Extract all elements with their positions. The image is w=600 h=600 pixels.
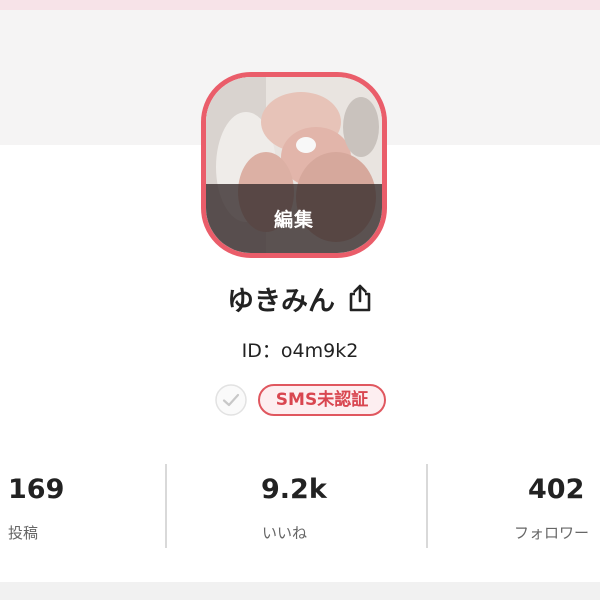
stat-likes[interactable]: 9.2k いいね bbox=[167, 458, 426, 558]
profile-avatar[interactable]: 編集 bbox=[201, 72, 387, 258]
stat-followers-label: フォロワー bbox=[514, 524, 590, 542]
stat-likes-label: いいね bbox=[262, 524, 308, 542]
username: ゆきみん bbox=[227, 285, 335, 317]
stat-posts-value: 169 bbox=[8, 474, 65, 505]
avatar-edit-label: 編集 bbox=[273, 209, 314, 231]
bottom-band bbox=[0, 582, 600, 600]
stat-posts-label: 投稿 bbox=[8, 524, 39, 542]
verification-row: SMS未認証 bbox=[0, 382, 600, 418]
stat-followers-value: 402 bbox=[528, 474, 585, 505]
stat-posts[interactable]: 169 投稿 bbox=[0, 458, 165, 558]
sms-verification-badge[interactable]: SMS未認証 bbox=[257, 384, 387, 416]
profile-stats: 169 投稿 9.2k いいね 402 フォロワー bbox=[0, 458, 600, 558]
top-band bbox=[0, 0, 600, 10]
stat-likes-value: 9.2k bbox=[261, 474, 327, 505]
user-id: ID：o4m9k2 bbox=[241, 340, 359, 362]
check-circle-icon bbox=[215, 384, 247, 416]
share-icon[interactable] bbox=[347, 283, 373, 313]
stat-followers[interactable]: 402 フォロワー bbox=[428, 458, 600, 558]
avatar-edit-overlay[interactable]: 編集 bbox=[206, 184, 382, 253]
name-row: ゆきみん bbox=[0, 276, 600, 320]
